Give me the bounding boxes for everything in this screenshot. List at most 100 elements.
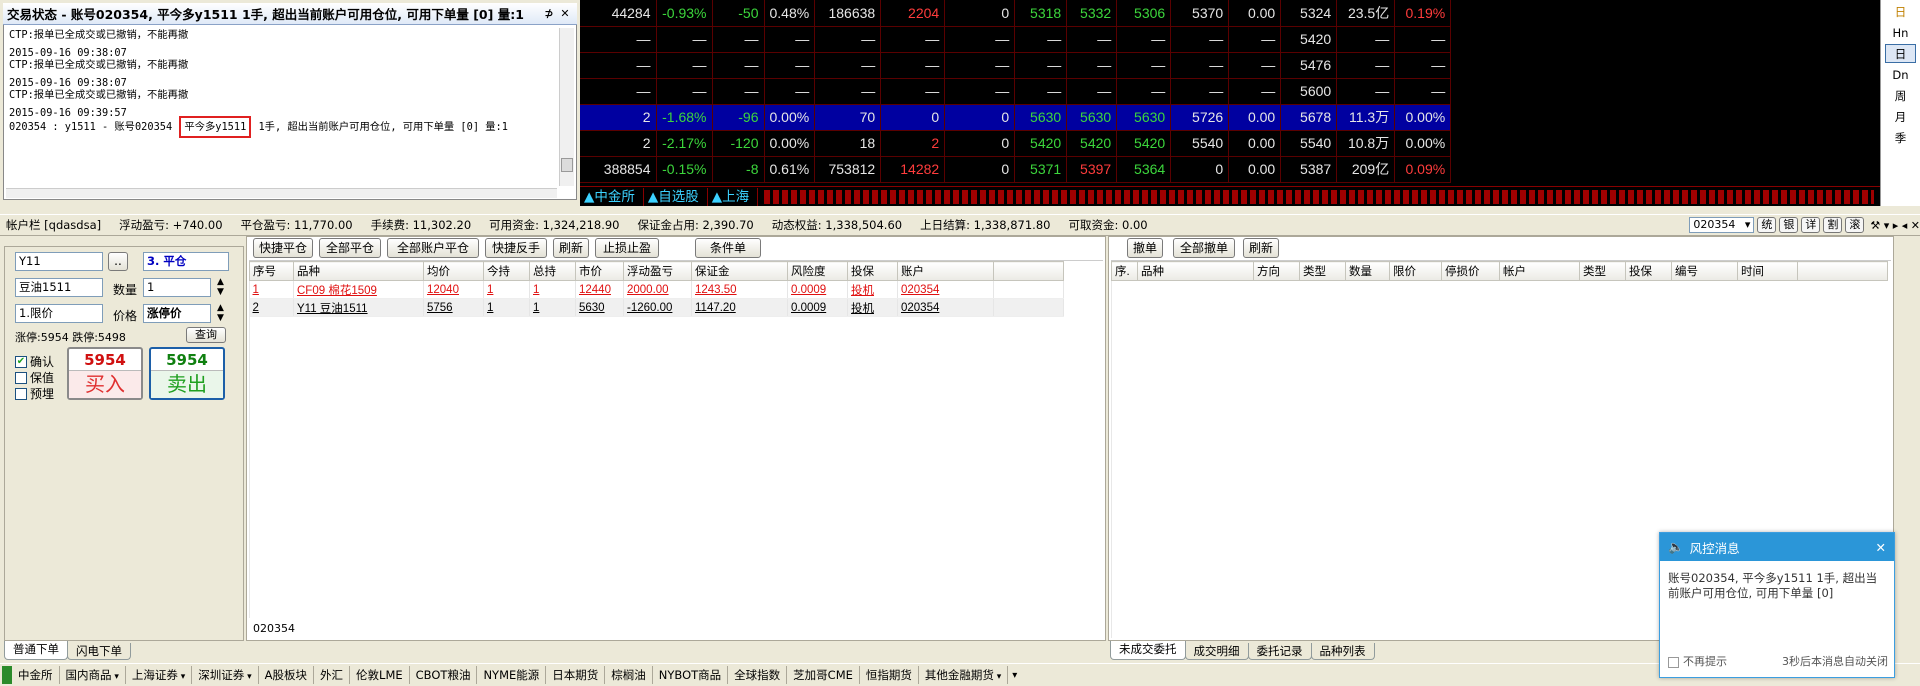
market-menu-item[interactable]: 深圳证券: [192, 666, 259, 684]
column-header[interactable]: 编号: [1671, 261, 1738, 281]
column-header[interactable]: 账户: [897, 261, 994, 281]
quantity-input[interactable]: 1: [143, 278, 211, 297]
quote-row[interactable]: — — — — — — — — — — — —5476— —: [580, 52, 1452, 79]
close-all-button[interactable]: 全部平仓: [319, 238, 381, 258]
tab-contract-list[interactable]: 品种列表: [1310, 643, 1375, 660]
column-header[interactable]: 均价: [423, 261, 484, 281]
conditional-order-button[interactable]: 条件单: [695, 238, 761, 258]
buy-button[interactable]: 5954 买入: [67, 347, 143, 400]
position-row[interactable]: 1 CF09 棉花1509 12040 1 1 12440 2000.00 1243.50 0.…: [249, 280, 1064, 299]
tab-flash-order[interactable]: 闪电下单: [67, 643, 131, 660]
column-header[interactable]: 投保: [1625, 261, 1672, 281]
orders-refresh-button[interactable]: 刷新: [1243, 238, 1279, 258]
hedge-checkbox[interactable]: 保值: [15, 369, 54, 386]
quote-row[interactable]: 44284 -0.93% -50 0.48% 186638 2204 0 5318 5332 53…: [580, 0, 1452, 27]
tab-shanghai[interactable]: ▲上海: [708, 187, 759, 206]
quote-row[interactable]: 2 -1.68% -96 0.00% 70 0 0 5630 5630 5630 5726 0.00 5…: [580, 104, 1452, 131]
detail-button[interactable]: 详: [1801, 217, 1821, 233]
positions-account-tab[interactable]: 020354: [249, 620, 295, 638]
tab-cffex[interactable]: ▲中金所: [580, 187, 644, 206]
position-row[interactable]: 2 Y11 豆油1511 5756 1 1 5630 -1260.00 1147.20 0.00…: [249, 298, 1064, 317]
market-menu-item[interactable]: 全球指数: [728, 666, 788, 684]
column-header[interactable]: 限价: [1389, 261, 1442, 281]
price-input[interactable]: 涨停价: [143, 304, 211, 323]
stats-button[interactable]: 统: [1757, 217, 1777, 233]
quote-row[interactable]: — — — — — — — — — — — —5600— —: [580, 78, 1452, 105]
market-menu-item[interactable]: 国内商品: [60, 666, 126, 684]
period-month[interactable]: 月: [1885, 107, 1916, 126]
account-select[interactable]: 020354: [1689, 217, 1755, 233]
period-week[interactable]: 周: [1885, 86, 1916, 105]
tab-open-orders[interactable]: 未成交委托: [1110, 641, 1186, 660]
cancel-order-button[interactable]: 撤单: [1127, 238, 1163, 258]
period-day-icon[interactable]: 日: [1885, 2, 1916, 21]
market-menu-item[interactable]: 恒指期货: [860, 666, 919, 684]
period-dn[interactable]: Dn: [1885, 65, 1916, 84]
column-header[interactable]: 风险度: [787, 261, 848, 281]
log-horizontal-scrollbar[interactable]: [6, 188, 557, 198]
tab-fills[interactable]: 成交明细: [1184, 643, 1249, 660]
popup-close-icon[interactable]: ✕: [1876, 540, 1886, 555]
price-type-select[interactable]: 1.限价: [15, 304, 103, 323]
period-day[interactable]: 日: [1885, 44, 1916, 63]
panel-controls[interactable]: ⚒ ▾ ▸ ◂ ✕: [1870, 219, 1920, 232]
price-stepper[interactable]: ▲ ▼: [217, 303, 224, 323]
scroll-thumb[interactable]: [561, 158, 573, 172]
column-header[interactable]: 今持: [483, 261, 530, 281]
quote-horizontal-scrollbar[interactable]: [764, 189, 1874, 204]
quote-row[interactable]: — — — — — — — — — — — —5420— —: [580, 26, 1452, 53]
more-markets-icon[interactable]: ▾: [1012, 670, 1017, 681]
contract-code-input[interactable]: Y11: [15, 252, 103, 271]
query-button[interactable]: 查询: [186, 327, 226, 343]
period-hn[interactable]: Hn: [1885, 23, 1916, 42]
quote-row[interactable]: 388854 -0.15% -8 0.61% 753812 14282 0 5371 5397 5…: [580, 156, 1452, 183]
column-header[interactable]: 投保: [847, 261, 898, 281]
quick-close-button[interactable]: 快捷平仓: [253, 238, 313, 258]
column-header[interactable]: 数量: [1345, 261, 1390, 281]
quick-reverse-button[interactable]: 快捷反手: [485, 238, 547, 258]
refresh-button[interactable]: 刷新: [553, 238, 589, 258]
column-header[interactable]: 停损价: [1441, 261, 1500, 281]
tab-order-history[interactable]: 委托记录: [1247, 643, 1312, 660]
column-header[interactable]: 保证金: [691, 261, 788, 281]
tab-normal-order[interactable]: 普通下单: [4, 641, 68, 660]
open-close-select[interactable]: 3. 平仓: [143, 252, 229, 271]
market-menu-item[interactable]: 芝加哥CME: [787, 666, 860, 684]
market-menu-item[interactable]: NYBOT商品: [653, 666, 729, 684]
close-all-accounts-button[interactable]: 全部账户平仓: [387, 238, 479, 258]
column-header[interactable]: 品种: [1137, 261, 1254, 281]
column-header[interactable]: 类型: [1299, 261, 1346, 281]
quote-row[interactable]: 2 -2.17% -120 0.00% 18 2 0 5420 5420 5420 5540 0.00…: [580, 130, 1452, 157]
column-header[interactable]: 类型: [1579, 261, 1626, 281]
sell-button[interactable]: 5954 卖出: [149, 347, 225, 400]
column-header[interactable]: 总持: [529, 261, 576, 281]
quantity-stepper[interactable]: ▲ ▼: [217, 277, 224, 297]
market-menu-item[interactable]: 棕榈油: [605, 666, 653, 684]
trade-status-titlebar[interactable]: 交易状态 - 账号020354, 平今多y1511 1手, 超出当前账户可用仓位…: [3, 3, 577, 25]
market-menu-item[interactable]: CBOT粮油: [410, 666, 478, 684]
column-header[interactable]: 市价: [575, 261, 624, 281]
preorder-checkbox[interactable]: 预埋: [15, 385, 54, 402]
market-menu-item[interactable]: 其他金融期货: [919, 666, 1009, 684]
column-header[interactable]: 序.: [1111, 261, 1138, 281]
pin-icon[interactable]: ⊅: [541, 7, 557, 20]
column-header[interactable]: 浮动盈亏: [623, 261, 692, 281]
column-header[interactable]: 帐户: [1499, 261, 1580, 281]
confirm-checkbox[interactable]: ✔ 确认: [15, 353, 54, 370]
market-menu-item[interactable]: A股板块: [259, 666, 315, 684]
close-icon[interactable]: ✕: [557, 7, 573, 20]
column-header[interactable]: 方向: [1253, 261, 1300, 281]
market-menu-item[interactable]: 外汇: [314, 666, 351, 684]
split-button[interactable]: 割: [1823, 217, 1843, 233]
market-menu-item[interactable]: 伦敦LME: [350, 666, 410, 684]
column-header[interactable]: 品种: [293, 261, 424, 281]
market-menu-item[interactable]: 上海证券: [126, 666, 193, 684]
bank-button[interactable]: 银: [1779, 217, 1799, 233]
column-header[interactable]: 时间: [1737, 261, 1798, 281]
log-vertical-scrollbar[interactable]: [559, 28, 574, 186]
market-menu-item[interactable]: NYME能源: [477, 666, 547, 684]
column-header[interactable]: 序号: [249, 261, 294, 281]
market-menu-item[interactable]: 日本期货: [546, 666, 606, 684]
dont-show-checkbox[interactable]: 不再提示: [1668, 653, 1727, 669]
scroll-button[interactable]: 滚: [1845, 217, 1865, 233]
